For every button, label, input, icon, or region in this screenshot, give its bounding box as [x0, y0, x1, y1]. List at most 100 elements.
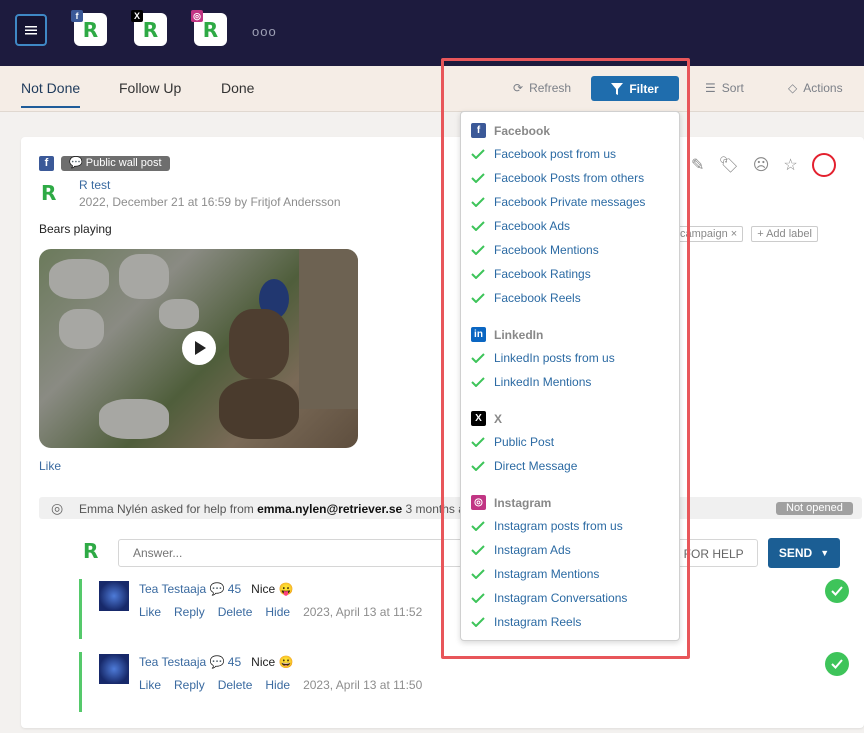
- actions-button[interactable]: ◇ Actions: [788, 81, 843, 95]
- filter-option-label: Instagram Reels: [494, 615, 582, 629]
- comment-like-button[interactable]: Like: [139, 605, 161, 619]
- filter-group-facebook: f Facebook: [471, 123, 550, 138]
- filter-option-label: Facebook Mentions: [494, 243, 599, 257]
- tab-follow-up[interactable]: Follow Up: [119, 80, 181, 96]
- post-author[interactable]: R test: [79, 178, 110, 192]
- filter-option-label: Public Post: [494, 435, 555, 449]
- labels-row: campaign × + Add label: [674, 226, 818, 242]
- filter-option-label: Facebook Private messages: [494, 195, 646, 209]
- check-icon: [471, 149, 485, 159]
- filter-group-instagram: ◎ Instagram: [471, 495, 551, 510]
- pencil-icon[interactable]: ✎: [691, 155, 704, 175]
- filter-option[interactable]: Instagram Mentions: [471, 567, 599, 581]
- tab-not-done[interactable]: Not Done: [21, 80, 81, 108]
- filter-option-label: Instagram Conversations: [494, 591, 628, 605]
- check-icon: [471, 437, 485, 447]
- filter-group-x: XX: [471, 411, 502, 426]
- comment-text: Nice 😀: [251, 655, 294, 669]
- filter-dropdown: f Facebook Facebook post from us Facebook P…: [460, 111, 680, 641]
- tab-done[interactable]: Done: [221, 80, 254, 96]
- star-icon[interactable]: ☆: [783, 155, 797, 175]
- commenter-name[interactable]: Tea Testaaja: [139, 582, 206, 596]
- filter-option[interactable]: Facebook post from us: [471, 147, 616, 161]
- check-icon: [471, 617, 485, 627]
- facebook-icon: f: [71, 10, 83, 22]
- retriever-logo-icon: R: [142, 17, 159, 42]
- check-icon: [471, 593, 485, 603]
- comment-delete-button[interactable]: Delete: [218, 605, 253, 619]
- filter-group-linkedin: in LinkedIn: [471, 327, 543, 342]
- comment-hide-button[interactable]: Hide: [265, 605, 290, 619]
- filter-option[interactable]: Facebook Mentions: [471, 243, 599, 257]
- sort-icon: ☰: [705, 81, 716, 95]
- filter-option[interactable]: Facebook Reels: [471, 291, 581, 305]
- comment-date: 2023, April 13 at 11:52: [303, 605, 423, 619]
- retriever-logo-icon: R: [82, 17, 99, 42]
- lifebuoy-icon: ◎: [51, 500, 64, 516]
- tag-icon[interactable]: 🏷: [718, 155, 738, 175]
- commenter-name[interactable]: Tea Testaaja: [139, 655, 206, 669]
- filter-option[interactable]: Direct Message: [471, 459, 577, 473]
- channel-instagram-button[interactable]: ◎ R: [191, 10, 227, 46]
- instagram-icon: ◎: [471, 495, 486, 510]
- status-badge: Not opened: [776, 502, 853, 515]
- retriever-logo-icon: R: [202, 17, 219, 42]
- check-icon[interactable]: [825, 579, 849, 603]
- comment-header: Tea Testaaja 💬 45 Nice 😀: [139, 655, 294, 669]
- menu-icon[interactable]: [15, 14, 47, 46]
- check-icon: [471, 173, 485, 183]
- filter-option[interactable]: Instagram Conversations: [471, 591, 627, 605]
- channel-x-button[interactable]: X R: [131, 10, 167, 46]
- comment-delete-button[interactable]: Delete: [218, 678, 253, 692]
- more-channels-button[interactable]: ooo: [252, 24, 277, 39]
- sort-button[interactable]: ☰ Sort: [705, 81, 744, 95]
- sentiment-icon[interactable]: ☹: [753, 155, 770, 175]
- filter-option[interactable]: Public Post: [471, 435, 554, 449]
- status-circle-icon[interactable]: [811, 153, 836, 177]
- post-action-icons: ✎ 🏷 ☹ ☆: [691, 153, 836, 177]
- commenter-avatar: [99, 581, 129, 611]
- comment-actions: Like Reply Delete Hide 2023, April 13 at…: [139, 605, 422, 619]
- check-icon: [471, 461, 485, 471]
- filter-option[interactable]: Facebook Private messages: [471, 195, 645, 209]
- filter-option-label: Facebook Ads: [494, 219, 571, 233]
- comment-like-button[interactable]: Like: [139, 678, 161, 692]
- filter-option[interactable]: Instagram Reels: [471, 615, 581, 629]
- filter-option[interactable]: Facebook Ads: [471, 219, 570, 233]
- filter-option[interactable]: LinkedIn posts from us: [471, 351, 615, 365]
- check-icon: [471, 197, 485, 207]
- check-icon: [471, 269, 485, 279]
- sort-label: Sort: [721, 81, 744, 95]
- post-text: Bears playing: [39, 222, 112, 236]
- play-icon[interactable]: [182, 331, 216, 365]
- chevron-down-icon[interactable]: ▼: [820, 548, 829, 558]
- comment-hide-button[interactable]: Hide: [265, 678, 290, 692]
- post-like-link[interactable]: Like: [39, 459, 61, 473]
- comment-item: Tea Testaaja 💬 45 Nice 😀 Like Reply Dele…: [79, 652, 859, 712]
- filter-option-label: Instagram Mentions: [494, 567, 600, 581]
- filter-option-label: Direct Message: [494, 459, 578, 473]
- comment-reply-button[interactable]: Reply: [174, 605, 205, 619]
- check-icon: [471, 521, 485, 531]
- comment-text: Nice 😛: [251, 582, 294, 596]
- author-avatar: R: [41, 181, 57, 205]
- filter-option[interactable]: Instagram posts from us: [471, 519, 623, 533]
- add-label-button[interactable]: + Add label: [751, 226, 818, 242]
- filter-option[interactable]: Facebook Ratings: [471, 267, 591, 281]
- send-button[interactable]: SEND ▼: [768, 538, 840, 568]
- filter-option-label: Facebook Ratings: [494, 267, 591, 281]
- filter-option[interactable]: Facebook Posts from others: [471, 171, 644, 185]
- check-icon: [471, 245, 485, 255]
- instagram-icon: ◎: [191, 10, 203, 22]
- help-text: Emma Nylén asked for help from emma.nyle…: [79, 502, 472, 516]
- check-icon[interactable]: [825, 652, 849, 676]
- post-video[interactable]: [39, 249, 358, 448]
- filter-option-label: LinkedIn posts from us: [494, 351, 615, 365]
- filter-option[interactable]: LinkedIn Mentions: [471, 375, 591, 389]
- channel-facebook-button[interactable]: f R: [71, 10, 107, 46]
- facebook-icon: f: [471, 123, 486, 138]
- comment-reply-button[interactable]: Reply: [174, 678, 205, 692]
- check-icon: [471, 293, 485, 303]
- filter-option[interactable]: Instagram Ads: [471, 543, 571, 557]
- check-icon: [471, 545, 485, 555]
